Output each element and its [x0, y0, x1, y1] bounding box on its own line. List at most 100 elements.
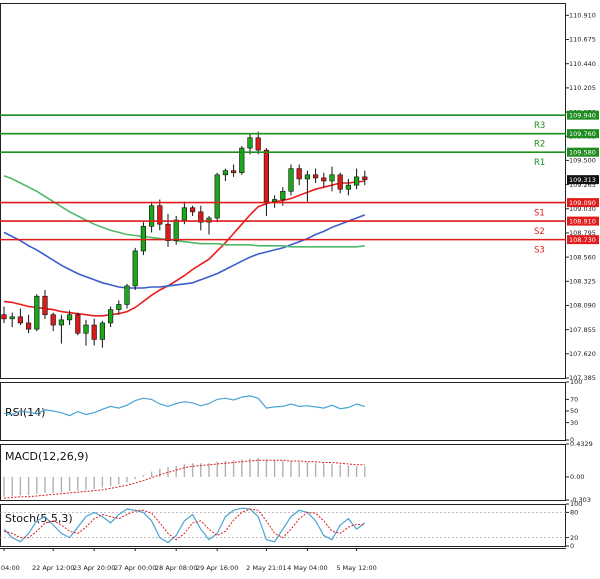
macd-panel: MACD(12,26,9) 0.43290.00-0.303	[3, 440, 593, 504]
candle-body-up	[247, 137, 253, 149]
candle-body-down	[231, 170, 237, 174]
price-tag-text: 109.940	[569, 112, 596, 120]
candle	[190, 205, 196, 216]
candle	[214, 172, 220, 223]
time-tick-label: 23 Apr 20:00	[73, 564, 115, 572]
candle-body-down	[337, 174, 343, 190]
time-tick-label: 27 Apr 00:00	[114, 564, 156, 572]
candle-body-up	[67, 314, 73, 321]
candle-body-down	[17, 316, 24, 324]
candle	[83, 319, 89, 346]
candle	[157, 199, 163, 231]
candle	[271, 195, 278, 208]
indicator-tick-label: 0	[570, 542, 574, 550]
price-tag-text: 109.580	[569, 149, 596, 157]
pivot-price-tag: 109.580	[567, 147, 599, 157]
pivot-name: R3	[534, 121, 545, 131]
candle-body-up	[329, 174, 335, 182]
candle	[132, 247, 138, 291]
candle-body-up	[304, 174, 311, 180]
stoch-panel: Stoch(5,5,3) 10080 200	[0, 500, 582, 550]
panel-frame	[0, 504, 566, 547]
current-price-text: 109.313	[569, 176, 596, 184]
candle	[149, 201, 155, 233]
macd-title: MACD(12,26,9)	[5, 450, 89, 463]
candle	[50, 312, 56, 332]
pivot-name: S3	[534, 246, 545, 256]
candle	[353, 168, 360, 190]
trading-chart: 110.910110.675110.440110.205109.970109.7…	[0, 3, 599, 572]
candle-body-up	[58, 319, 64, 326]
candle	[34, 294, 40, 332]
time-tick-label: 5 May 12:00	[336, 564, 376, 572]
candle-body-up	[108, 309, 114, 324]
price-tick-label: 110.910	[569, 12, 596, 20]
time-tick-label: 04:00	[1, 564, 20, 572]
candle	[17, 308, 24, 326]
candle	[108, 306, 114, 328]
candle	[42, 290, 48, 319]
candle	[239, 146, 245, 175]
rsi-line	[3, 395, 365, 417]
indicator-tick-label: 20	[570, 534, 578, 542]
time-tick-label: 29 Apr 16:00	[196, 564, 238, 572]
candle	[9, 312, 15, 328]
candle	[304, 170, 311, 202]
price-tag-text: 108.730	[569, 236, 596, 244]
price-tick-label: 110.675	[569, 36, 596, 44]
candle-body-up	[140, 225, 147, 252]
candle-body-up	[116, 304, 122, 310]
candle	[198, 205, 204, 231]
rsi-panel: RSI(14) 1007050300	[3, 378, 582, 444]
candle-body-up	[34, 295, 40, 330]
pivot-price-tag: 108.910	[567, 216, 599, 226]
pivot-name: R1	[534, 158, 545, 168]
pivot-name: R2	[534, 140, 545, 150]
candle	[25, 314, 32, 334]
pivot-price-tag: 109.940	[567, 110, 599, 120]
moving-average-line	[3, 180, 365, 317]
candle-body-up	[280, 190, 286, 200]
pivot-name: S1	[534, 209, 545, 219]
time-tick-label: 4 May 04:00	[287, 564, 327, 572]
candle-body-down	[165, 223, 171, 241]
candle	[222, 168, 229, 181]
candle-body-up	[222, 170, 229, 176]
price-tick-label: 107.855	[569, 326, 596, 334]
candle-body-down	[42, 295, 48, 316]
candle-body-up	[353, 176, 360, 186]
candle	[296, 164, 302, 186]
time-tick-label: 22 Apr 12:00	[32, 564, 74, 572]
price-tick-label: 108.090	[569, 302, 596, 310]
time-tick-label: 28 Apr 08:00	[155, 564, 197, 572]
price-tick-label: 108.560	[569, 253, 596, 261]
price-tick-label: 110.205	[569, 84, 596, 92]
price-tag-text: 108.910	[569, 218, 596, 226]
pivot-price-tag: 109.760	[567, 129, 599, 139]
candle-body-down	[263, 149, 270, 202]
candle	[263, 148, 270, 216]
candle	[247, 133, 253, 155]
candle	[124, 283, 130, 309]
candle	[165, 213, 171, 247]
candle	[321, 172, 327, 188]
candle-body-up	[173, 219, 179, 241]
candle	[231, 164, 237, 177]
pivot-price-tag: 108.730	[567, 235, 599, 245]
stoch-title: Stoch(5,5,3)	[5, 512, 73, 525]
candle	[345, 178, 352, 196]
candle	[173, 215, 179, 245]
current-price-tag: 109.313	[567, 175, 599, 185]
price-axis: 110.910110.675110.440110.205109.970109.7…	[566, 12, 596, 382]
indicator-tick-label: 100	[570, 500, 582, 508]
price-tick-label: 109.500	[569, 157, 596, 165]
candle	[99, 320, 105, 348]
indicator-tick-label: 0.4329	[570, 440, 593, 448]
panel-frame	[0, 382, 566, 441]
time-tick-label: 2 May 21:01	[246, 564, 286, 572]
candle-body-up	[132, 250, 138, 287]
candle-body-down	[321, 177, 327, 182]
indicator-tick-label: 50	[570, 407, 578, 415]
indicator-tick-label: 0.00	[570, 473, 584, 481]
candle-body-up	[271, 199, 278, 202]
